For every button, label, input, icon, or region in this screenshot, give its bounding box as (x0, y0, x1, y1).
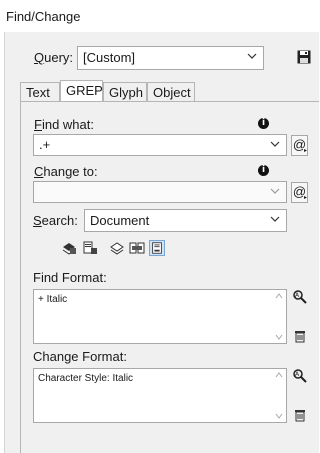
query-label: Query: (34, 50, 74, 65)
svg-text:A: A (295, 292, 300, 299)
window-title: Find/Change (6, 9, 81, 24)
change-to-label: Change to: (34, 164, 98, 179)
svg-text:A: A (295, 371, 300, 378)
special-characters-change-button[interactable]: @ ▸ (291, 182, 308, 203)
chevron-down-icon[interactable] (270, 139, 280, 149)
change-to-field[interactable] (33, 181, 287, 203)
format-icon[interactable]: A (292, 368, 308, 384)
footnotes-icon[interactable] (149, 240, 165, 256)
chevron-down-icon[interactable] (270, 186, 280, 196)
scroll-up-icon[interactable] (275, 293, 283, 299)
tab-grep[interactable]: GREP (60, 80, 103, 102)
format-icon[interactable]: A (292, 289, 308, 305)
tab-text[interactable]: Text (20, 82, 60, 102)
query-value: [Custom] (83, 50, 136, 65)
find-what-label: Find what: (34, 117, 94, 132)
tab-object[interactable]: Object (147, 82, 195, 102)
change-format-box[interactable]: Character Style: Italic (33, 368, 287, 423)
search-scope-dropdown[interactable]: Document (84, 209, 287, 232)
chevron-down-icon (247, 53, 257, 59)
trash-icon[interactable] (292, 407, 308, 423)
scroll-down-icon[interactable] (275, 334, 283, 340)
hidden-layers-icon[interactable] (109, 240, 125, 256)
scroll-down-icon[interactable] (275, 413, 283, 419)
query-dropdown[interactable]: [Custom] (77, 46, 264, 70)
search-scope-value: Document (90, 213, 150, 228)
find-format-box[interactable]: + Italic (33, 289, 287, 344)
find-what-value: .+ (39, 137, 51, 152)
submenu-arrow-icon: ▸ (303, 195, 307, 201)
special-characters-find-button[interactable]: @ ▸ (291, 135, 308, 156)
submenu-arrow-icon: ▸ (303, 148, 307, 154)
find-what-field[interactable]: .+ (33, 134, 287, 156)
chevron-down-icon (270, 216, 280, 222)
search-label: Search: (33, 213, 78, 228)
locked-layers-icon[interactable] (61, 240, 77, 256)
change-format-value: Character Style: Italic (38, 373, 134, 384)
title-bar: Find/Change (0, 0, 319, 32)
info-icon[interactable]: i (258, 118, 269, 129)
change-format-label: Change Format: (33, 349, 127, 364)
master-pages-icon[interactable] (129, 240, 145, 256)
change-format-scrollbar[interactable] (273, 370, 285, 421)
locked-stories-icon[interactable] (82, 240, 98, 256)
scroll-up-icon[interactable] (275, 372, 283, 378)
tab-glyph[interactable]: Glyph (103, 82, 147, 102)
trash-icon[interactable] (292, 328, 308, 344)
info-icon[interactable]: i (258, 165, 269, 176)
find-format-label: Find Format: (33, 270, 107, 285)
floppy-disk-icon[interactable] (297, 50, 311, 64)
find-format-value: + Italic (38, 294, 68, 305)
find-format-scrollbar[interactable] (273, 291, 285, 342)
